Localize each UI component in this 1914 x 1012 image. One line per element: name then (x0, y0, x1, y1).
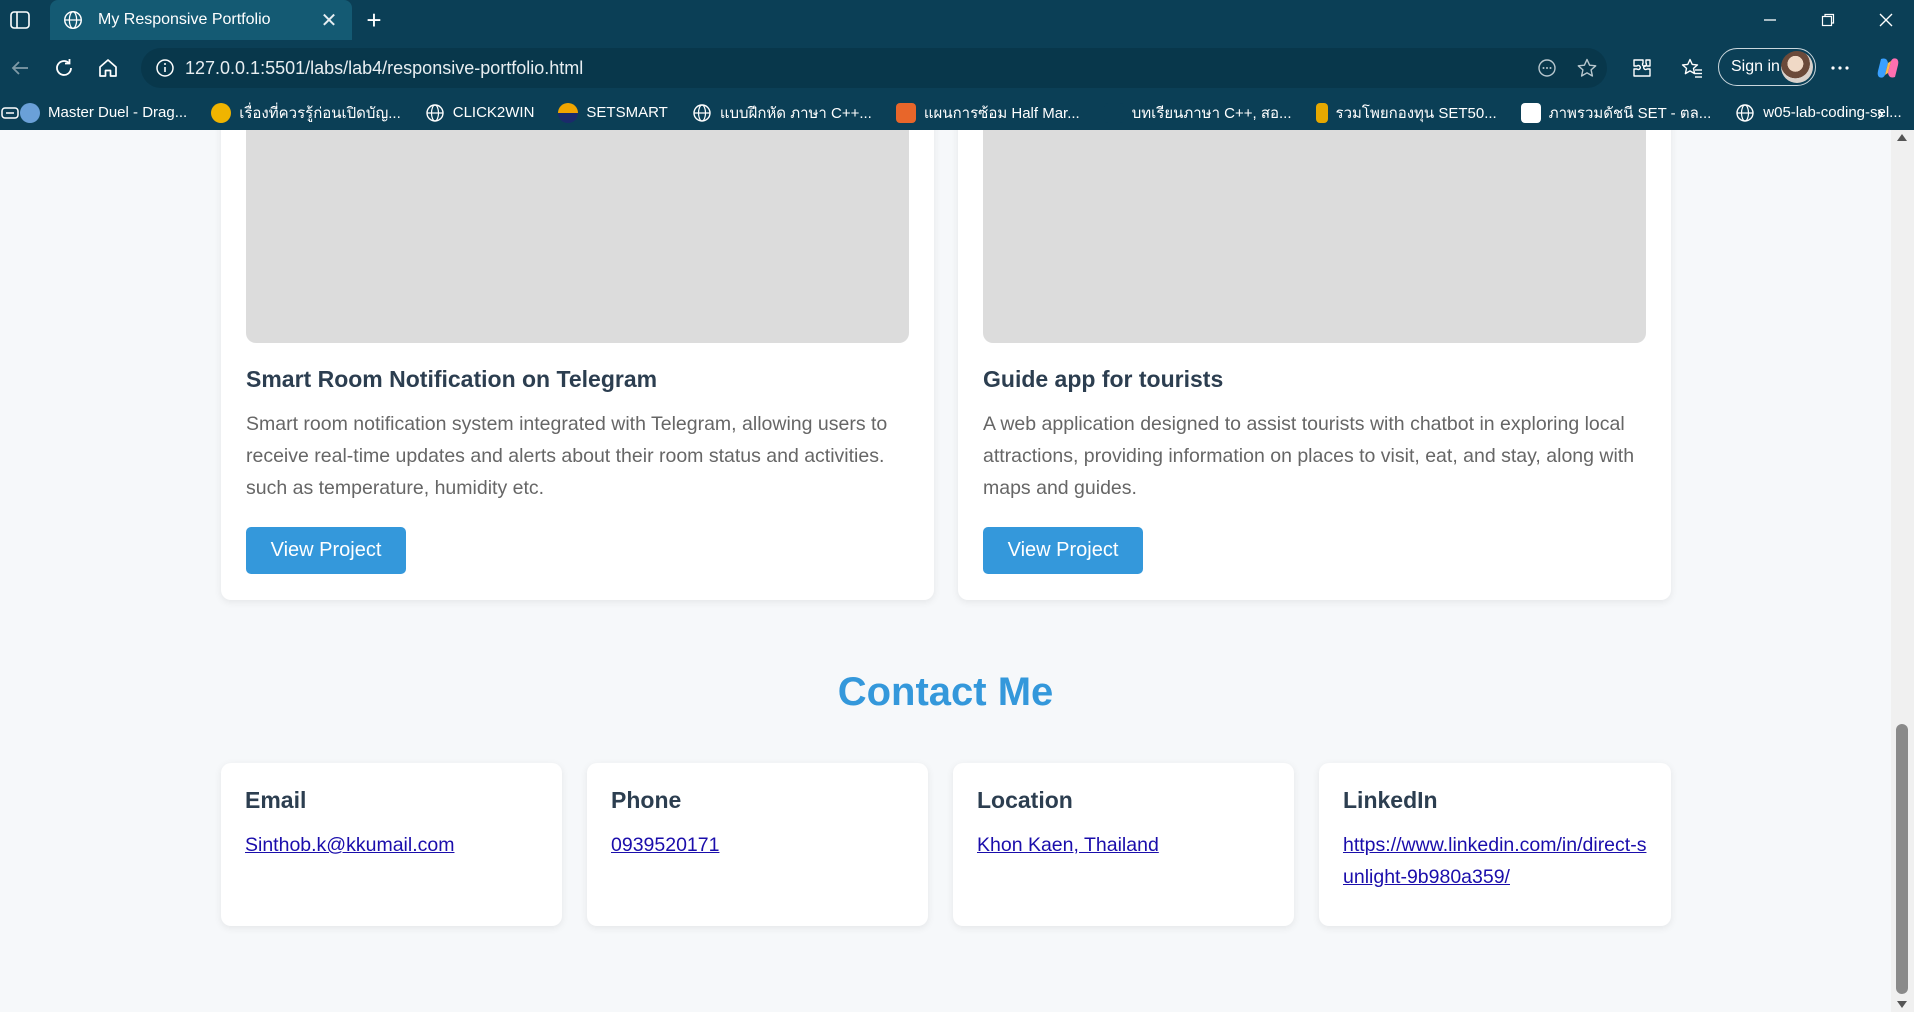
bookmark-item[interactable]: ภาพรวมดัชนี SET - ตล... (1520, 95, 1711, 130)
bank-logo-icon (211, 102, 232, 123)
bookmark-item[interactable]: บทเรียนภาษา C++, สอ... (1103, 95, 1292, 130)
project-card: Guide app for tourists A web application… (958, 130, 1671, 600)
setsmart-logo-icon (558, 102, 579, 123)
globe-icon (1736, 103, 1754, 122)
dragon-icon (20, 102, 40, 123)
globe-icon (64, 11, 82, 29)
chevron-right-icon[interactable]: › (1877, 95, 1884, 130)
home-icon[interactable] (90, 50, 126, 86)
back-arrow-icon[interactable] (2, 50, 38, 86)
contact-label: Location (977, 787, 1073, 813)
phone-link[interactable]: 0939520171 (611, 834, 719, 856)
project-title: Smart Room Notification on Telegram (246, 366, 658, 392)
bookmark-item[interactable]: Master Duel - Drag... (20, 95, 187, 130)
fund-logo-icon (1315, 102, 1328, 123)
project-card: Smart Room Notification on Telegram Smar… (221, 130, 934, 600)
page-viewport: Smart Room Notification on Telegram Smar… (0, 130, 1891, 1012)
close-tab-icon[interactable]: ✕ (318, 8, 340, 33)
reload-icon[interactable] (46, 50, 82, 86)
contact-label: Email (245, 787, 307, 813)
contact-card-phone: Phone 0939520171 (587, 763, 928, 926)
view-project-button[interactable]: View Project (246, 527, 406, 574)
restore-icon[interactable] (1800, 0, 1856, 40)
vertical-scrollbar[interactable] (1891, 130, 1914, 1012)
contact-card-location: Location Khon Kaen, Thailand (953, 763, 1294, 926)
contact-label: LinkedIn (1343, 787, 1438, 813)
address-bar[interactable]: 127.0.0.1:5501/labs/lab4/responsive-port… (141, 48, 1607, 88)
project-image-placeholder (983, 130, 1646, 343)
bookmark-item[interactable]: แบบฝึกหัด ภาษา C++... (692, 95, 872, 130)
sign-in-label: Sign in (1731, 58, 1780, 75)
location-link[interactable]: Khon Kaen, Thailand (977, 834, 1159, 856)
sign-in-button[interactable]: Sign in (1718, 48, 1816, 86)
bookmark-item[interactable]: แผนการซ้อม Half Mar... (895, 95, 1080, 130)
tab-title: My Responsive Portfolio (98, 11, 271, 28)
copilot-icon[interactable] (1870, 50, 1906, 86)
scroll-down-arrow-icon[interactable] (1897, 1001, 1907, 1008)
favorite-star-icon[interactable] (1567, 48, 1607, 88)
url-text[interactable]: 127.0.0.1:5501/labs/lab4/responsive-port… (185, 58, 1527, 79)
tab-actions-icon[interactable] (8, 8, 32, 32)
browser-tab[interactable]: My Responsive Portfolio ✕ (50, 0, 352, 40)
reading-mode-icon[interactable] (1527, 48, 1567, 88)
scrollbar-thumb[interactable] (1896, 724, 1908, 994)
new-tab-icon[interactable]: + (358, 4, 390, 36)
project-description: Smart room notification system integrate… (246, 413, 888, 499)
bookmark-item[interactable]: เรื่องที่ควรรู้ก่อนเปิดบัญ... (211, 95, 401, 130)
globe-icon (693, 103, 711, 122)
close-window-icon[interactable] (1858, 0, 1914, 40)
bookmarks-bar: Master Duel - Drag... เรื่องที่ควรรู้ก่อ… (0, 95, 1914, 130)
contact-heading: Contact Me (837, 670, 1054, 714)
browser-toolbar: 127.0.0.1:5501/labs/lab4/responsive-port… (0, 40, 1914, 95)
linkedin-link[interactable]: https://www.linkedin.com/in/direct-sunli… (1343, 834, 1646, 888)
contact-label: Phone (611, 787, 682, 813)
contact-card-email: Email Sinthob.k@kkumail.com (221, 763, 562, 926)
project-description: A web application designed to assist tou… (983, 413, 1635, 499)
favorites-icon[interactable] (1674, 50, 1710, 86)
scroll-up-arrow-icon[interactable] (1897, 134, 1907, 141)
site-info-icon[interactable] (151, 54, 179, 82)
tutorial-site-icon (1103, 102, 1124, 123)
contact-card-linkedin: LinkedIn https://www.linkedin.com/in/dir… (1319, 763, 1671, 926)
bookmark-item[interactable]: SETSMART (558, 95, 668, 130)
collections-icon[interactable] (0, 95, 20, 130)
calendar-logo-icon (895, 102, 916, 123)
bookmark-item[interactable]: CLICK2WIN (425, 95, 534, 130)
more-options-icon[interactable] (1822, 50, 1858, 86)
globe-icon (426, 103, 444, 122)
project-image-placeholder (246, 130, 909, 343)
view-project-button[interactable]: View Project (983, 527, 1143, 574)
avatar (1781, 51, 1813, 83)
minimize-icon[interactable] (1742, 0, 1798, 40)
bookmark-item[interactable]: รวมโพยกองทุน SET50... (1315, 95, 1497, 130)
extensions-icon[interactable] (1624, 50, 1660, 86)
email-link[interactable]: Sinthob.k@kkumail.com (245, 834, 454, 856)
title-bar: My Responsive Portfolio ✕ + (0, 0, 1914, 40)
project-title: Guide app for tourists (983, 366, 1224, 392)
set-logo-icon (1520, 102, 1541, 123)
